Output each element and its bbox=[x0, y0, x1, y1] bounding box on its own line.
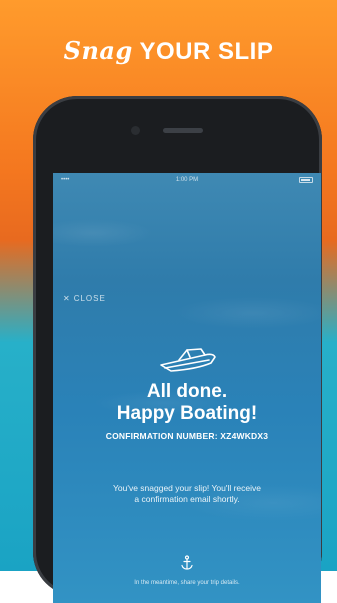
success-message: You've snagged your slip! You'll receive… bbox=[112, 483, 261, 504]
phone-frame: •••• 1:00 PM ✕ CLOSE All done. Happy Boa… bbox=[33, 96, 322, 603]
front-camera bbox=[131, 126, 140, 135]
success-title-line2: Happy Boating! bbox=[116, 403, 258, 424]
success-title: All done. Happy Boating! bbox=[53, 381, 321, 425]
success-title-line1: All done. bbox=[146, 381, 228, 402]
status-time: 1:00 PM bbox=[175, 177, 199, 183]
close-icon: ✕ bbox=[63, 294, 71, 303]
headline-caps: YOUR SLIP bbox=[139, 38, 274, 65]
promo-headline: Snag YOUR SLIP bbox=[0, 36, 337, 66]
headline-script: Snag bbox=[63, 36, 133, 65]
phone-speaker bbox=[163, 128, 203, 133]
boat-icon bbox=[160, 348, 216, 372]
app-screen: •••• 1:00 PM ✕ CLOSE All done. Happy Boa… bbox=[53, 173, 321, 603]
status-bar: •••• 1:00 PM bbox=[53, 173, 321, 187]
battery-icon bbox=[299, 177, 313, 183]
confirmation-number: CONFIRMATION NUMBER: XZ4WKDX3 bbox=[105, 431, 269, 441]
anchor-icon[interactable] bbox=[180, 555, 194, 571]
close-button[interactable]: ✕ CLOSE bbox=[63, 294, 106, 303]
close-label: CLOSE bbox=[73, 294, 106, 303]
share-details-text[interactable]: In the meantime, share your trip details… bbox=[111, 579, 263, 587]
